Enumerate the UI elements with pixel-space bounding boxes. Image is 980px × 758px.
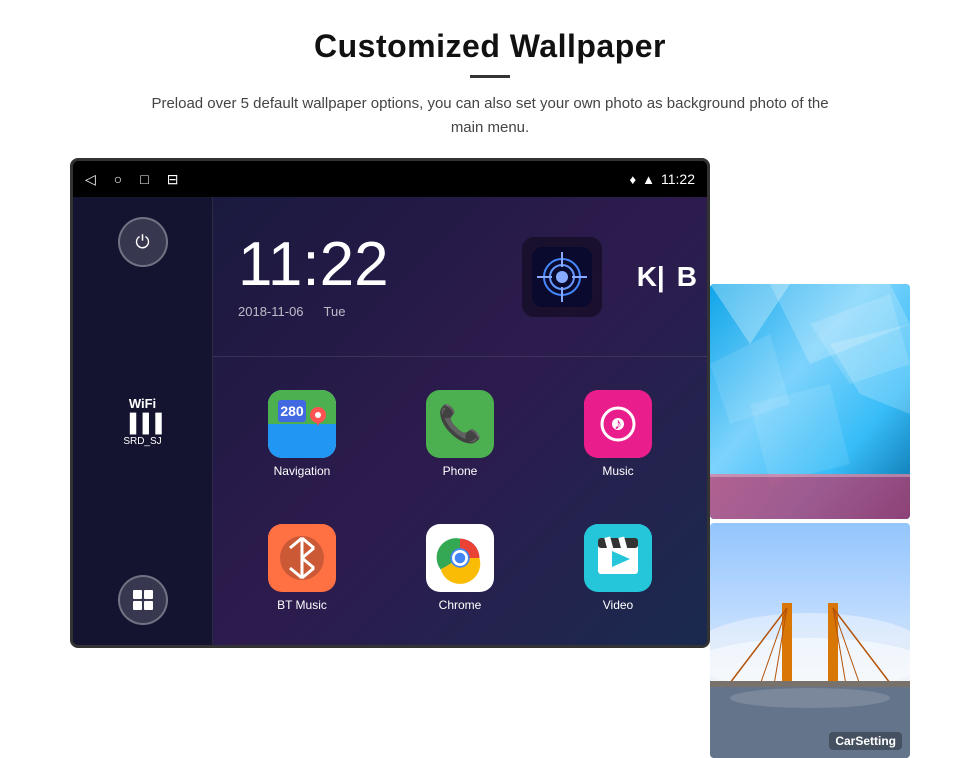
page-container: Customized Wallpaper Preload over 5 defa…: [0, 0, 980, 758]
left-sidebar: ⏻ WiFi ▐▐▐ SRD_SJ: [73, 197, 213, 645]
navigation-icon: 280: [268, 390, 336, 458]
app-item-chrome[interactable]: Chrome: [381, 501, 539, 635]
chrome-icon: [426, 524, 494, 592]
status-right: ♦ ▲ 11:22: [629, 171, 695, 187]
app-item-music[interactable]: ♪ Music: [539, 367, 697, 501]
wallpaper-ice: [710, 284, 910, 519]
grid-button[interactable]: [118, 575, 168, 625]
clock-date: 2018-11-06 Tue: [238, 304, 472, 319]
ki-label: K|: [637, 261, 665, 293]
clock-time: 11:22: [238, 234, 472, 296]
phone-label: Phone: [443, 464, 478, 478]
clock-section: 11:22 2018-11-06 Tue: [213, 197, 497, 356]
video-label: Video: [603, 598, 633, 612]
navigation-label: Navigation: [274, 464, 331, 478]
status-time: 11:22: [661, 171, 695, 187]
wifi-icon: ▲: [642, 172, 655, 187]
app-grid: 280 Navigation: [213, 357, 707, 645]
wallpaper-column: CarSetting: [710, 284, 910, 758]
app-item-video[interactable]: Video: [539, 501, 697, 635]
right-panel: 11:22 2018-11-06 Tue: [213, 197, 707, 645]
app-item-phone[interactable]: 📞 Phone: [381, 367, 539, 501]
page-subtitle: Preload over 5 default wallpaper options…: [140, 92, 840, 140]
app-item-navigation[interactable]: 280 Navigation: [223, 367, 381, 501]
svg-text:280: 280: [280, 403, 304, 419]
widget-section: [497, 197, 627, 356]
clock-date-value: 2018-11-06: [238, 304, 304, 319]
status-bar: ◁ ○ □ ⊟ ♦ ▲ 11:22: [73, 161, 707, 197]
clock-area: 11:22 2018-11-06 Tue: [213, 197, 707, 357]
power-button[interactable]: ⏻: [118, 217, 168, 267]
screenshot-icon[interactable]: ⊟: [167, 171, 179, 188]
device-body: ⏻ WiFi ▐▐▐ SRD_SJ: [73, 197, 707, 645]
app-item-btmusic[interactable]: BT Music: [223, 501, 381, 635]
back-icon[interactable]: ◁: [85, 171, 96, 188]
wallpaper-bridge-thumb[interactable]: CarSetting: [710, 523, 910, 758]
chrome-label: Chrome: [439, 598, 482, 612]
b-label: B: [677, 261, 697, 293]
video-icon: [584, 524, 652, 592]
wifi-bars: ▐▐▐: [123, 413, 161, 434]
music-label: Music: [602, 464, 633, 478]
content-area: ◁ ○ □ ⊟ ♦ ▲ 11:22 ⏻ WiFi ▐▐: [0, 158, 980, 758]
wifi-ssid: SRD_SJ: [123, 436, 161, 447]
wifi-label: WiFi: [123, 396, 161, 411]
carsetting-label: CarSetting: [829, 732, 902, 750]
svg-text:♪: ♪: [614, 416, 622, 433]
page-title: Customized Wallpaper: [140, 28, 840, 65]
title-divider: [470, 75, 510, 78]
header-section: Customized Wallpaper Preload over 5 defa…: [60, 0, 920, 158]
location-icon: ♦: [629, 172, 636, 187]
widget-box-antenna[interactable]: [522, 237, 602, 317]
music-icon: ♪: [584, 390, 652, 458]
wifi-section: WiFi ▐▐▐ SRD_SJ: [123, 396, 161, 447]
svg-text:📞: 📞: [438, 401, 483, 444]
clock-day-value: Tue: [324, 304, 346, 319]
phone-icon: 📞: [426, 390, 494, 458]
device-mockup: ◁ ○ □ ⊟ ♦ ▲ 11:22 ⏻ WiFi ▐▐: [70, 158, 710, 648]
wallpaper-ice-thumb[interactable]: [710, 284, 910, 519]
home-icon[interactable]: ○: [114, 171, 122, 187]
nav-icons: ◁ ○ □ ⊟: [85, 171, 178, 188]
btmusic-label: BT Music: [277, 598, 327, 612]
btmusic-icon: [268, 524, 336, 592]
recents-icon[interactable]: □: [140, 171, 148, 187]
ki-b-section: K| B: [627, 197, 707, 356]
